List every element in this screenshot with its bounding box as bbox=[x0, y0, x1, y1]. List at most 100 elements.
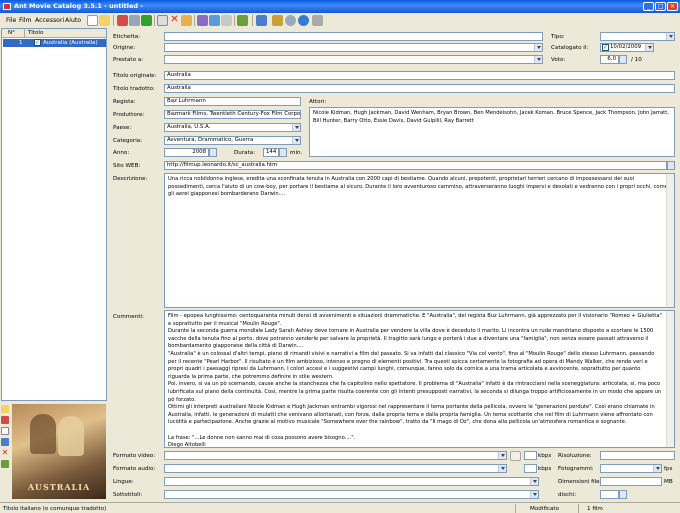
titolo-originale-field[interactable]: Australia bbox=[164, 71, 675, 80]
chevron-down-icon[interactable] bbox=[292, 137, 300, 144]
risoluzione-label: Risoluzione: bbox=[558, 453, 592, 459]
chevron-down-icon[interactable] bbox=[666, 33, 674, 40]
commenti-scrollbar[interactable] bbox=[666, 311, 674, 447]
categoria-select[interactable]: Avventura, Drammatico, Guerra bbox=[164, 136, 301, 145]
delete-picture-icon[interactable]: ✕ bbox=[1, 449, 9, 457]
voto-suffix: / 10 bbox=[631, 57, 642, 63]
view-icon[interactable] bbox=[256, 15, 267, 26]
chevron-down-icon[interactable] bbox=[534, 56, 542, 63]
durata-spinner[interactable] bbox=[279, 148, 287, 157]
open-folder-icon[interactable] bbox=[99, 15, 110, 26]
chevron-down-icon[interactable] bbox=[645, 44, 653, 51]
chevron-down-icon[interactable] bbox=[530, 491, 538, 498]
anno-spinner[interactable] bbox=[209, 148, 217, 157]
column-divider bbox=[24, 29, 25, 38]
descrizione-textarea[interactable]: Una ricca nobildonna inglese, eredita un… bbox=[164, 173, 675, 308]
durata-field[interactable]: 144 bbox=[263, 148, 279, 157]
paese-value: Australia, U.S.A. bbox=[167, 124, 211, 130]
list-item[interactable]: 1 ✓ Australia (Australia) bbox=[3, 39, 106, 47]
save-picture-icon[interactable] bbox=[1, 416, 9, 424]
anno-field[interactable]: 2008 bbox=[164, 148, 209, 157]
etichetta-field[interactable] bbox=[164, 32, 543, 41]
filter-icon[interactable] bbox=[272, 15, 283, 26]
exit-icon[interactable] bbox=[312, 15, 323, 26]
attori-textarea[interactable]: Nicole Kidman, Hugh Jackman, David Wenha… bbox=[309, 107, 675, 157]
row-number: 1 bbox=[19, 40, 23, 46]
minimize-icon[interactable]: _ bbox=[643, 2, 654, 11]
column-number[interactable]: N° bbox=[8, 29, 15, 38]
prestato-select[interactable] bbox=[164, 55, 543, 64]
chevron-down-icon[interactable] bbox=[530, 478, 538, 485]
sottotitoli-select[interactable] bbox=[164, 490, 539, 499]
poster-figure bbox=[30, 414, 56, 454]
tipo-label: Tipo: bbox=[551, 34, 565, 40]
dimensioni-field[interactable] bbox=[600, 477, 662, 486]
import-icon[interactable] bbox=[209, 15, 220, 26]
status-divider bbox=[578, 504, 579, 513]
chevron-down-icon[interactable] bbox=[498, 452, 506, 459]
close-icon[interactable]: × bbox=[667, 2, 678, 11]
chevron-down-icon[interactable] bbox=[534, 44, 542, 51]
edit-icon[interactable] bbox=[181, 15, 192, 26]
origine-select[interactable] bbox=[164, 43, 543, 52]
bitrate-video-field[interactable] bbox=[524, 451, 537, 460]
statistics-icon[interactable] bbox=[237, 15, 248, 26]
copy-icon[interactable] bbox=[157, 15, 168, 26]
save-icon[interactable] bbox=[117, 15, 128, 26]
chevron-down-icon[interactable] bbox=[653, 465, 661, 472]
print-icon[interactable] bbox=[129, 15, 140, 26]
voto-field[interactable]: 6,0 bbox=[600, 55, 619, 64]
paese-select[interactable]: Australia, U.S.A. bbox=[164, 123, 301, 132]
formato-video-select[interactable] bbox=[164, 451, 507, 460]
chevron-down-icon[interactable] bbox=[292, 124, 300, 131]
chevron-down-icon[interactable] bbox=[498, 465, 506, 472]
export-icon[interactable] bbox=[221, 15, 232, 26]
picture-icon[interactable] bbox=[197, 15, 208, 26]
titolo-tradotto-field[interactable]: Australia bbox=[164, 84, 675, 93]
maximize-icon[interactable]: □ bbox=[655, 2, 666, 11]
status-bar: Titolo italiano (o comunque tradotto) Mo… bbox=[0, 502, 680, 513]
menu-aiuto[interactable]: Aiuto bbox=[65, 16, 81, 26]
risoluzione-field[interactable] bbox=[600, 451, 675, 460]
formato-audio-select[interactable] bbox=[164, 464, 507, 473]
catalogato-checkbox[interactable]: ✓ bbox=[602, 44, 609, 51]
toolbar-separator bbox=[113, 15, 114, 26]
descrizione-label: Descrizione: bbox=[113, 176, 148, 182]
bitrate-audio-field[interactable] bbox=[524, 464, 537, 473]
help-icon[interactable] bbox=[298, 15, 309, 26]
open-link-icon[interactable] bbox=[667, 161, 675, 170]
web-picture-icon[interactable] bbox=[1, 438, 9, 446]
paste-picture-icon[interactable] bbox=[1, 427, 9, 435]
commenti-label: Commenti: bbox=[113, 314, 144, 320]
catalogato-value: 10/02/2009 bbox=[610, 44, 642, 50]
menu-file[interactable]: File bbox=[6, 16, 16, 26]
dischi-label: dischi: bbox=[558, 492, 577, 498]
fps-unit: fps bbox=[664, 466, 673, 472]
regista-field[interactable]: Baz Luhrmann bbox=[164, 97, 301, 106]
add-movie-icon[interactable] bbox=[141, 15, 152, 26]
menu-accessori[interactable]: Accessori bbox=[35, 16, 64, 26]
voto-spinner[interactable] bbox=[619, 55, 627, 64]
row-checkbox[interactable]: ✓ bbox=[34, 39, 41, 46]
dischi-spinner[interactable] bbox=[619, 490, 627, 499]
new-file-icon[interactable] bbox=[87, 15, 98, 26]
options-icon[interactable] bbox=[285, 15, 296, 26]
catalogato-date-field[interactable]: ✓ 10/02/2009 bbox=[600, 43, 654, 52]
lingue-select[interactable] bbox=[164, 477, 539, 486]
produttore-field[interactable]: Bazmark Films, Twentieth Century-Fox Fil… bbox=[164, 110, 301, 119]
commenti-textarea[interactable]: Film - epopea lunghissimo: centoquaranta… bbox=[164, 310, 675, 448]
poster-title: AUSTRALIA bbox=[27, 482, 91, 492]
dischi-field[interactable] bbox=[600, 490, 619, 499]
fotogrammi-select[interactable] bbox=[600, 464, 662, 473]
descrizione-scrollbar[interactable] bbox=[666, 174, 674, 307]
sito-field[interactable]: http://filmup.leonardo.it/sc_australia.h… bbox=[164, 161, 667, 170]
tipo-select[interactable] bbox=[600, 32, 675, 41]
get-info-button[interactable] bbox=[510, 451, 521, 461]
resize-picture-icon[interactable] bbox=[1, 460, 9, 468]
movie-list[interactable]: N° Titolo 1 ✓ Australia (Australia) bbox=[1, 28, 107, 401]
row-title: Australia (Australia) bbox=[43, 40, 98, 46]
column-title[interactable]: Titolo bbox=[28, 29, 43, 38]
load-picture-icon[interactable] bbox=[1, 405, 9, 413]
delete-icon[interactable]: ✕ bbox=[169, 15, 180, 26]
menu-film[interactable]: Film bbox=[19, 16, 32, 26]
